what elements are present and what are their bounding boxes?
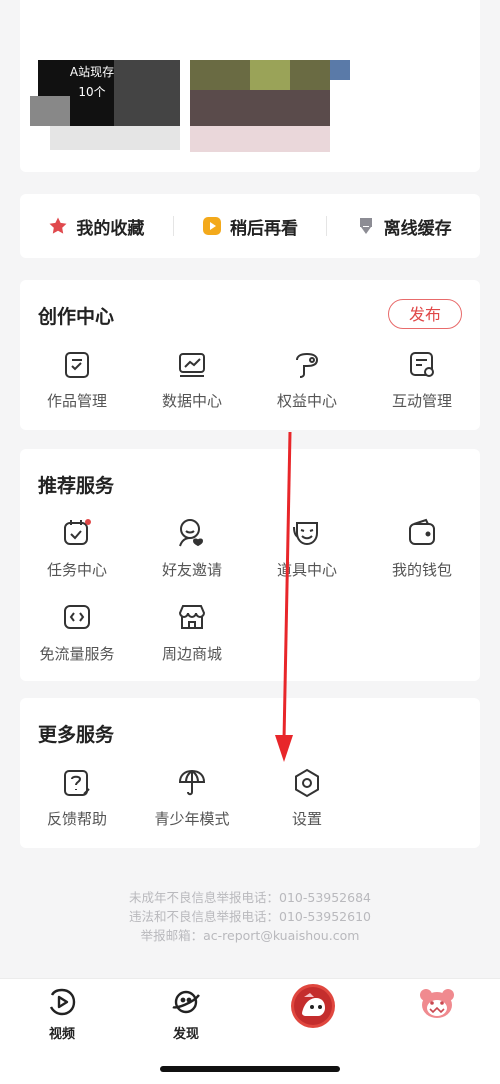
recommended-services-title: 推荐服务: [38, 475, 115, 497]
feedback-help-button[interactable]: 反馈帮助: [22, 768, 132, 829]
tab-discover-label: 发现: [172, 1027, 199, 1042]
sim-card-icon: [64, 605, 90, 629]
more-services-card: 更多服务 反馈帮助 青少年模式 设置: [20, 698, 480, 848]
more-services-title: 更多服务: [38, 724, 115, 746]
report-email: 举报邮箱：ac-report@kuaishou.com: [140, 928, 360, 943]
report-phone-illegal: 违法和不良信息举报电话：010-53952610: [129, 909, 371, 924]
merch-shop-label: 周边商城: [161, 645, 222, 663]
profile-line2: 10个: [78, 85, 106, 99]
shop-icon: [178, 605, 206, 629]
creation-center-card: 创作中心 发布 作品管理 数据中心 权益中心 互动管理: [20, 280, 480, 430]
offline-cache-button[interactable]: 离线缓存: [327, 214, 480, 239]
friend-invite-icon: [179, 519, 204, 547]
star-icon: [49, 217, 67, 234]
home-indicator: [160, 1066, 340, 1072]
profile-pixel-block: [250, 60, 290, 90]
teen-mode-label: 青少年模式: [154, 810, 230, 828]
favorites-button[interactable]: 我的收藏: [20, 214, 173, 239]
help-feedback-icon: [64, 770, 90, 796]
works-manage-button[interactable]: 作品管理: [22, 350, 132, 411]
profile-line1: A站现存: [69, 65, 115, 79]
friend-invite-label: 好友邀请: [161, 561, 222, 579]
tab-discover[interactable]: 发现: [141, 987, 231, 1042]
publish-button[interactable]: 发布: [388, 299, 462, 329]
tab-video-label: 视频: [48, 1027, 75, 1042]
favorites-label: 我的收藏: [76, 218, 145, 239]
settings-label: 设置: [291, 810, 322, 828]
rights-center-label: 权益中心: [276, 392, 337, 410]
data-center-label: 数据中心: [161, 392, 222, 410]
my-wallet-label: 我的钱包: [391, 561, 452, 579]
task-center-label: 任务中心: [46, 561, 107, 579]
tab-profile[interactable]: [392, 987, 482, 1025]
profile-card[interactable]: A站现存 10个: [20, 0, 480, 172]
offline-cache-label: 离线缓存: [383, 218, 452, 239]
profile-pixel-block: [50, 126, 180, 150]
watch-later-button[interactable]: 稍后再看: [174, 214, 327, 239]
quick-actions-bar: 我的收藏 稍后再看 离线缓存: [20, 194, 480, 258]
data-center-button[interactable]: 数据中心: [137, 350, 247, 411]
profile-text: A站现存 10个: [42, 62, 142, 102]
task-center-button[interactable]: 任务中心: [22, 517, 132, 580]
play-later-icon: [203, 217, 221, 235]
data-chart-icon: [179, 353, 205, 377]
friend-invite-button[interactable]: 好友邀请: [137, 517, 247, 580]
report-phone-minor: 未成年不良信息举报电话：010-53952684: [129, 890, 371, 905]
mask-icon: [293, 522, 318, 546]
settings-button[interactable]: 设置: [252, 768, 362, 829]
my-wallet-button[interactable]: 我的钱包: [367, 517, 477, 580]
free-data-label: 免流量服务: [39, 645, 115, 663]
creation-center-title: 创作中心: [38, 306, 115, 328]
tab-center[interactable]: [268, 983, 358, 1035]
props-center-label: 道具中心: [276, 561, 337, 579]
download-icon: [359, 218, 372, 234]
merch-shop-button[interactable]: 周边商城: [137, 601, 247, 664]
wallet-icon: [409, 518, 435, 545]
interaction-manage-button[interactable]: 互动管理: [367, 350, 477, 411]
tab-video[interactable]: 视频: [17, 987, 107, 1042]
report-info: 未成年不良信息举报电话：010-53952684 违法和不良信息举报电话：010…: [0, 888, 500, 945]
center-mascot-icon: [291, 984, 335, 1028]
free-data-button[interactable]: 免流量服务: [22, 601, 132, 664]
profile-pixel-block: [330, 60, 350, 80]
watch-later-label: 稍后再看: [230, 218, 298, 239]
works-manage-label: 作品管理: [46, 392, 107, 410]
umbrella-icon: [178, 769, 206, 796]
settings-hexagon-icon: [295, 768, 319, 798]
teen-mode-button[interactable]: 青少年模式: [137, 768, 247, 829]
profile-pixel-block: [190, 90, 330, 126]
rights-center-button[interactable]: 权益中心: [252, 350, 362, 411]
interaction-manage-label: 互动管理: [391, 392, 452, 410]
task-calendar-icon: [64, 519, 91, 545]
recommended-services-card: 推荐服务 任务中心 好友邀请 道具中心 我的钱包 免流量服务 周边商城: [20, 449, 480, 681]
props-center-button[interactable]: 道具中心: [252, 517, 362, 580]
feedback-help-label: 反馈帮助: [46, 810, 107, 828]
interaction-icon: [410, 352, 434, 377]
profile-bear-icon: [420, 989, 454, 1018]
discover-planet-icon: [172, 990, 200, 1014]
works-manage-icon: [65, 352, 89, 378]
profile-pixel-block: [190, 126, 330, 152]
video-tab-icon: [49, 988, 76, 1016]
rights-icon: [296, 352, 319, 378]
